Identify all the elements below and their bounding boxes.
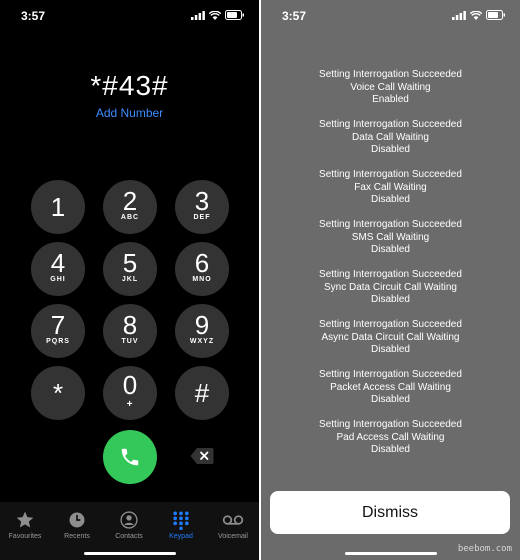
voicemail-icon: [222, 515, 244, 525]
tab-recents[interactable]: Recents: [52, 510, 102, 540]
key-4[interactable]: 4 GHI: [31, 242, 85, 296]
key-8[interactable]: 8 TUV: [103, 304, 157, 358]
result-item: Setting Interrogation Succeeded Sync Dat…: [319, 269, 462, 305]
result-item: Setting Interrogation Succeeded Data Cal…: [319, 119, 462, 155]
status-icons: [452, 10, 506, 20]
key-6[interactable]: 6 MNO: [175, 242, 229, 296]
key-7[interactable]: 7 PQRS: [31, 304, 85, 358]
key-9[interactable]: 9 WXYZ: [175, 304, 229, 358]
tab-contacts[interactable]: Contacts: [104, 510, 154, 540]
phone-icon: [121, 448, 139, 466]
signal-icon: [191, 10, 205, 20]
result-item: Setting Interrogation Succeeded SMS Call…: [319, 219, 462, 255]
key-5[interactable]: 5 JKL: [103, 242, 157, 296]
tab-favourites[interactable]: Favourites: [0, 510, 50, 540]
result-item: Setting Interrogation Succeeded Pad Acce…: [319, 419, 462, 455]
result-item: Setting Interrogation Succeeded Voice Ca…: [319, 69, 462, 105]
tab-keypad[interactable]: Keypad: [156, 510, 206, 540]
status-time: 3:57: [21, 9, 46, 23]
keypad-icon: [173, 511, 189, 530]
key-2[interactable]: 2 ABC: [103, 180, 157, 234]
wifi-icon: [209, 10, 221, 20]
add-number-link[interactable]: Add Number: [0, 106, 259, 120]
wifi-icon: [470, 10, 482, 20]
status-bar: 3:57: [0, 0, 259, 30]
home-indicator[interactable]: [83, 552, 176, 555]
battery-icon: [225, 10, 244, 20]
status-bar: 3:57: [261, 0, 520, 30]
dialed-number-display: *#43#: [90, 70, 169, 101]
signal-icon: [452, 10, 466, 20]
status-time: 3:57: [282, 9, 307, 23]
backspace-icon[interactable]: [190, 447, 214, 465]
key-star[interactable]: *: [31, 366, 85, 420]
battery-icon: [486, 10, 505, 20]
tab-bar: Favourites Recents Contacts Keypad Voice…: [0, 502, 259, 560]
home-indicator[interactable]: [344, 552, 437, 555]
result-item: Setting Interrogation Succeeded Fax Call…: [319, 169, 462, 205]
result-item: Setting Interrogation Succeeded Async Da…: [319, 319, 462, 355]
status-icons: [191, 10, 245, 20]
dialer-screen: 3:57 *#43# Add Number 1 2 ABC 3 DEF 4 GH…: [0, 0, 259, 560]
clock-icon: [69, 512, 85, 528]
interrogation-results: Setting Interrogation Succeeded Voice Ca…: [261, 69, 520, 469]
tab-voicemail[interactable]: Voicemail: [208, 510, 258, 540]
key-3[interactable]: 3 DEF: [175, 180, 229, 234]
star-icon: [16, 511, 34, 528]
dismiss-button[interactable]: Dismiss: [270, 491, 510, 534]
key-hash[interactable]: #: [175, 366, 229, 420]
key-0[interactable]: 0 +: [103, 366, 157, 420]
key-1[interactable]: 1: [31, 180, 85, 234]
call-button[interactable]: [103, 430, 157, 484]
result-item: Setting Interrogation Succeeded Packet A…: [319, 369, 462, 405]
watermark: beebom.com: [457, 544, 512, 554]
mmi-result-screen: 3:57 Setting Interrogation Succeeded Voi…: [261, 0, 520, 560]
person-icon: [120, 511, 138, 529]
